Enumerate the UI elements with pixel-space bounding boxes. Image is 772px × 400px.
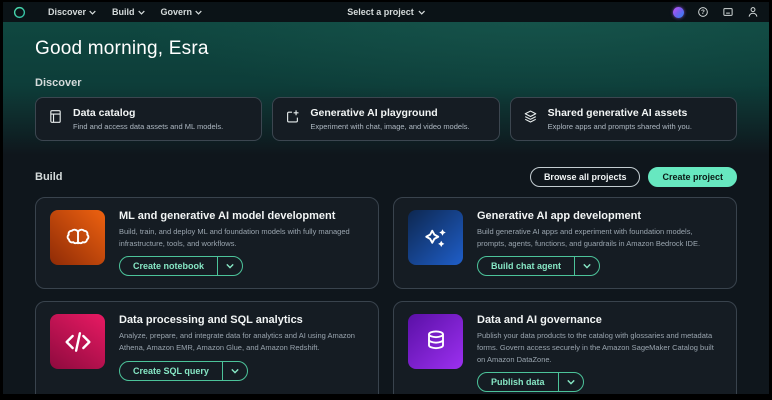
ml-model-development-card: ML and generative AI model development B… (35, 197, 379, 289)
app-window: Discover Build Govern Select a project ? (3, 2, 769, 394)
build-card-desc: Analyze, prepare, and integrate data for… (119, 330, 364, 353)
build-card-title: Data and AI governance (477, 314, 722, 326)
data-processing-sql-analytics-card: Data processing and SQL analytics Analyz… (35, 301, 379, 394)
discover-card-desc: Experiment with chat, image, and video m… (310, 122, 469, 131)
data-ai-governance-card: Data and AI governance Publish your data… (393, 301, 737, 394)
build-chat-agent-button[interactable]: Build chat agent (478, 257, 574, 275)
nav-item-label: Govern (161, 7, 193, 17)
create-project-button[interactable]: Create project (648, 167, 737, 187)
browse-all-projects-button[interactable]: Browse all projects (530, 167, 641, 187)
build-section: Build Browse all projects Create project… (3, 167, 769, 394)
nav-item-build[interactable]: Build (112, 7, 145, 17)
build-section-header: Build Browse all projects Create project (35, 167, 737, 187)
generative-ai-app-development-card: Generative AI app development Build gene… (393, 197, 737, 289)
create-notebook-dropdown-button[interactable] (217, 257, 242, 275)
build-card-title: Generative AI app development (477, 210, 722, 222)
nav-item-govern[interactable]: Govern (161, 7, 203, 17)
project-selector[interactable]: Select a project (347, 7, 425, 17)
chevron-down-icon (226, 263, 234, 269)
build-card-desc: Publish your data products to the catalo… (477, 330, 722, 365)
database-icon (408, 314, 463, 369)
greeting-heading: Good morning, Esra (35, 38, 737, 60)
publish-data-button[interactable]: Publish data (478, 373, 558, 391)
svg-text:?: ? (701, 9, 705, 16)
publish-data-dropdown-button[interactable] (558, 373, 583, 391)
build-section-label: Build (35, 171, 63, 183)
feedback-icon[interactable] (722, 6, 734, 18)
discover-card-title: Data catalog (73, 107, 223, 119)
project-selector-label: Select a project (347, 7, 414, 17)
shared-generative-ai-assets-card[interactable]: Shared generative AI assets Explore apps… (510, 97, 737, 141)
data-catalog-icon (48, 109, 63, 129)
discover-card-title: Shared generative AI assets (548, 107, 692, 119)
discover-cards-row: Data catalog Find and access data assets… (35, 97, 737, 141)
discover-card-desc: Explore apps and prompts shared with you… (548, 122, 692, 131)
create-notebook-button[interactable]: Create notebook (120, 257, 217, 275)
nav-item-label: Discover (48, 7, 86, 17)
nav-item-discover[interactable]: Discover (48, 7, 96, 17)
create-sql-query-dropdown-button[interactable] (222, 362, 247, 380)
build-actions: Browse all projects Create project (530, 167, 737, 187)
data-catalog-card[interactable]: Data catalog Find and access data assets… (35, 97, 262, 141)
topbar-right: ? (672, 6, 759, 18)
publish-data-split-button: Publish data (477, 372, 584, 392)
build-card-desc: Build generative AI apps and experiment … (477, 226, 722, 249)
shared-assets-icon (523, 109, 538, 129)
chevron-down-icon (195, 10, 202, 15)
build-chat-agent-split-button: Build chat agent (477, 256, 600, 276)
create-notebook-split-button: Create notebook (119, 256, 243, 276)
playground-icon (285, 109, 300, 129)
nav-item-label: Build (112, 7, 135, 17)
chevron-down-icon (418, 10, 425, 15)
build-card-title: ML and generative AI model development (119, 210, 364, 222)
generative-ai-playground-card[interactable]: Generative AI playground Experiment with… (272, 97, 499, 141)
hero-section: Good morning, Esra Discover Data catalog… (3, 22, 769, 155)
chevron-down-icon (89, 10, 96, 15)
amazon-q-icon[interactable] (672, 6, 684, 18)
build-card-desc: Build, train, and deploy ML and foundati… (119, 226, 364, 249)
sagemaker-studio-logo-icon[interactable] (13, 6, 26, 19)
profile-icon[interactable] (747, 6, 759, 18)
topbar: Discover Build Govern Select a project ? (3, 2, 769, 22)
chevron-down-icon (567, 379, 575, 385)
code-icon (50, 314, 105, 369)
brain-icon (50, 210, 105, 265)
build-card-title: Data processing and SQL analytics (119, 314, 364, 326)
sparkles-icon (408, 210, 463, 265)
chevron-down-icon (138, 10, 145, 15)
topbar-left: Discover Build Govern (13, 6, 202, 19)
create-sql-query-split-button: Create SQL query (119, 361, 248, 381)
help-icon[interactable]: ? (697, 6, 709, 18)
chevron-down-icon (231, 368, 239, 374)
create-sql-query-button[interactable]: Create SQL query (120, 362, 222, 380)
chevron-down-icon (583, 263, 591, 269)
discover-card-desc: Find and access data assets and ML model… (73, 122, 223, 131)
discover-section-label: Discover (35, 77, 737, 89)
build-chat-agent-dropdown-button[interactable] (574, 257, 599, 275)
discover-card-title: Generative AI playground (310, 107, 469, 119)
build-cards-grid: ML and generative AI model development B… (35, 197, 737, 394)
